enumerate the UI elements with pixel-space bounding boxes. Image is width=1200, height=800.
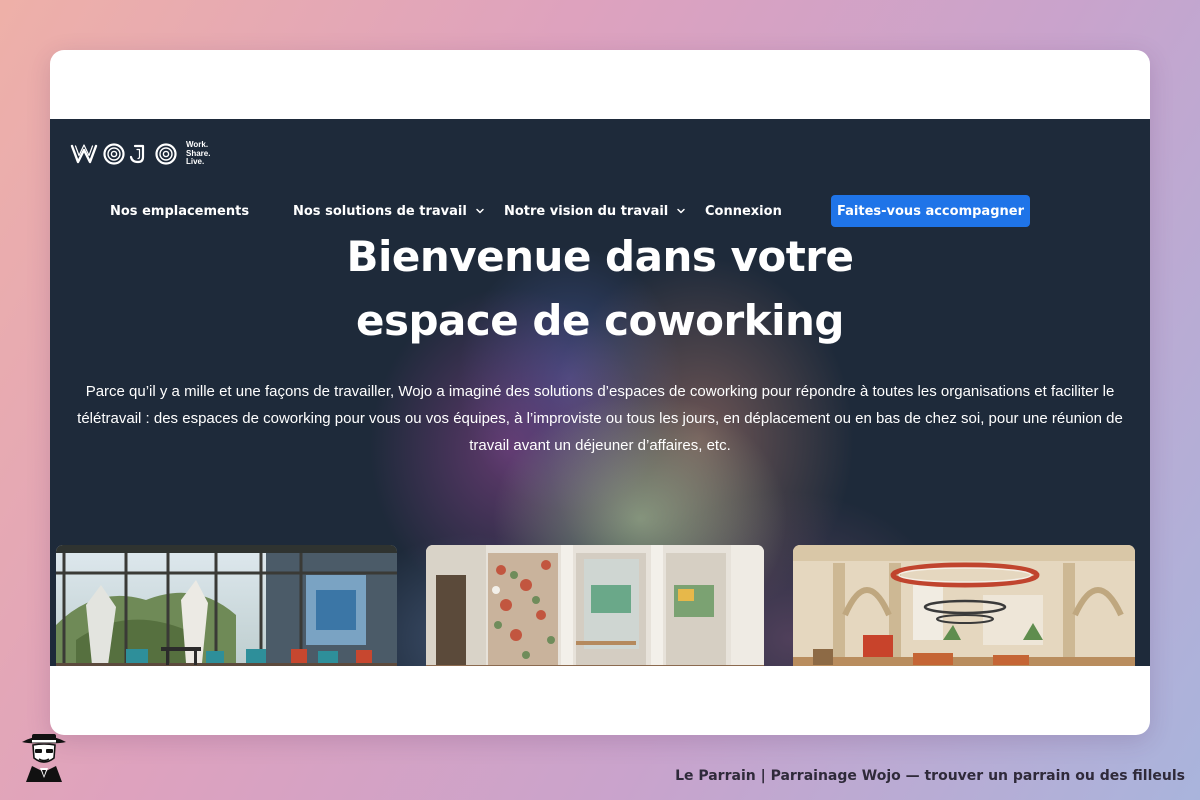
accompagnement-cta-button[interactable]: Faites-vous accompagner — [831, 195, 1030, 227]
nav-item-connexion[interactable]: Connexion — [705, 195, 782, 227]
hero-title-line: espace de coworking — [356, 296, 844, 345]
browser-card: Work. Share. Live. Nos emplacements Nos … — [50, 50, 1150, 735]
main-nav: Nos emplacements Nos solutions de travai… — [50, 195, 1150, 227]
wojo-wordmark-icon — [70, 143, 177, 165]
nav-item-emplacements[interactable]: Nos emplacements — [110, 195, 249, 227]
hero-title-line: Bienvenue dans votre — [346, 232, 854, 281]
hero-description: Parce qu’il y a mille et une façons de t… — [77, 383, 1123, 454]
nav-item-vision[interactable]: Notre vision du travail — [504, 195, 686, 227]
parrain-credit: Le Parrain | Parrainage Wojo — trouver u… — [675, 768, 1185, 784]
godfather-mascot-icon — [18, 728, 70, 784]
nav-item-label: Connexion — [705, 203, 782, 219]
coworking-photo-booths[interactable] — [426, 545, 764, 666]
chevron-down-icon — [476, 208, 484, 214]
nav-item-label: Notre vision du travail — [504, 203, 669, 219]
wojo-logo[interactable]: Work. Share. Live. — [70, 140, 210, 167]
hero-section: Work. Share. Live. Nos emplacements Nos … — [50, 119, 1150, 666]
nav-item-label: Nos emplacements — [110, 203, 250, 219]
terrace-photo-image — [56, 545, 397, 666]
nav-item-label: Nos solutions de travail — [293, 203, 467, 219]
logo-tagline: Work. Share. Live. — [186, 140, 210, 167]
tagline-word: Live. — [186, 157, 205, 166]
chevron-down-icon — [677, 208, 686, 214]
hall-photo-image — [793, 545, 1135, 666]
coworking-photo-hall[interactable] — [793, 545, 1135, 666]
hero-title: Bienvenue dans votre espace de coworking — [50, 225, 1150, 353]
coworking-photo-terrace[interactable] — [56, 545, 397, 666]
nav-item-solutions[interactable]: Nos solutions de travail — [293, 195, 485, 227]
booths-photo-image — [426, 545, 764, 666]
